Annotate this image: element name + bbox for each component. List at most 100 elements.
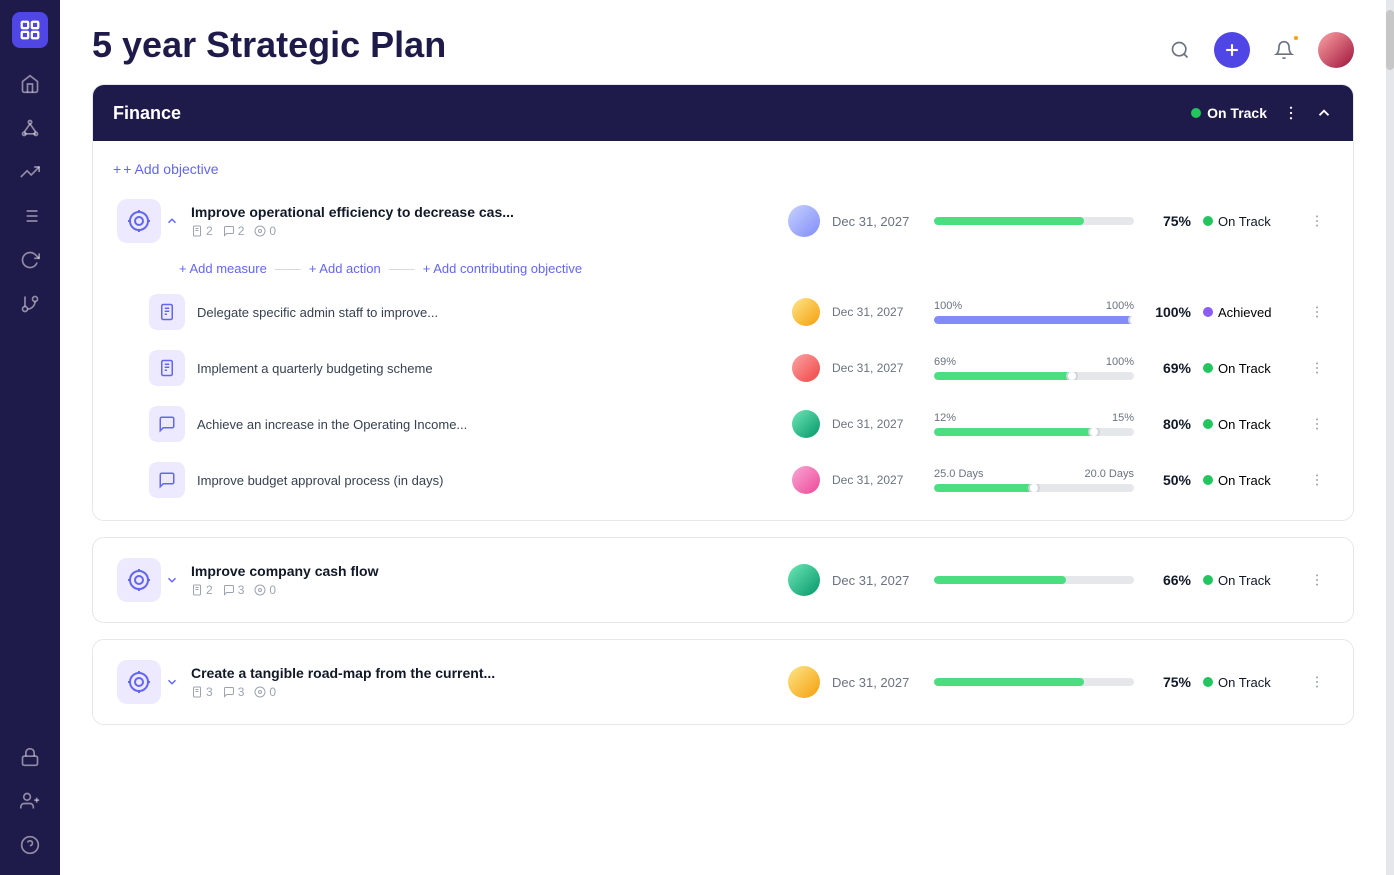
sub-item-title-1[interactable]: Implement a quarterly budgeting scheme [197,361,780,376]
section-more-button[interactable] [1279,101,1303,125]
sub-item-more-3[interactable] [1305,468,1329,492]
section-header-right: On Track [1191,101,1333,125]
scrollbar-thumb[interactable] [1386,10,1394,70]
obj3-meta-comments: 3 [223,685,245,699]
add-contributing-button[interactable]: + Add contributing objective [423,261,582,276]
sub-item-date-2: Dec 31, 2027 [832,417,922,431]
obj2-meta-docs: 2 [191,583,213,597]
objective2-section: Improve company cash flow 2 3 [92,537,1354,623]
sub-item-status-1: On Track [1203,361,1293,376]
objective2-info: Improve company cash flow 2 3 [191,563,776,597]
objective3-status: On Track [1203,675,1293,690]
meta-docs-count: 2 [206,224,213,238]
objective2-title[interactable]: Improve company cash flow [191,563,776,579]
status-dot [1203,307,1213,317]
sub-item-progress-labels-0: 100% 100% [934,300,1134,312]
sub-item-avatar-3 [792,466,820,494]
status-dot [1203,363,1213,373]
sub-item-avatar-2 [792,410,820,438]
sub-status-label-2: On Track [1218,417,1271,432]
sidebar-item-refresh[interactable] [12,242,48,278]
scrollbar[interactable] [1386,0,1394,875]
sub-item-icon-3 [149,462,185,498]
obj3-comments-count: 3 [238,685,245,699]
sidebar-item-branch[interactable] [12,286,48,322]
add-measure-button[interactable]: + Add measure [179,261,267,276]
objective-meta: 2 2 0 [191,224,776,238]
sub-item-icon-2 [149,406,185,442]
objective2-progress [934,576,1134,584]
objective3-section: Create a tangible road-map from the curr… [92,639,1354,725]
meta-comments: 2 [223,224,245,238]
sub-item-progress-labels-1: 69% 100% [934,356,1134,368]
progress-bar-0 [934,316,1134,324]
obj3-progress-bar [934,678,1134,686]
objective3-avatar [788,666,820,698]
objective-expand-button[interactable] [165,214,179,228]
notifications-button[interactable] [1266,32,1302,68]
objective3-icon[interactable] [117,660,161,704]
objective3-percent: 75% [1146,674,1191,690]
objective-row-main: Improve operational efficiency to decrea… [109,189,1337,253]
add-action-button[interactable]: + Add action [309,261,381,276]
objective3-expand[interactable] [165,675,179,689]
add-objective-label: + Add objective [123,161,218,177]
sub-item-more-1[interactable] [1305,356,1329,380]
progress-bar-fill [934,217,1084,225]
section-status-label: On Track [1207,105,1267,121]
app-logo[interactable] [12,12,48,48]
add-button[interactable] [1214,32,1250,68]
progress-bar-1 [934,372,1134,380]
sub-item-progress-3: 25.0 Days 20.0 Days [934,468,1134,492]
sub-item-icon-1 [149,350,185,386]
objective3-title[interactable]: Create a tangible road-map from the curr… [191,665,776,681]
progress-bar-2 [934,428,1134,436]
objective3-date: Dec 31, 2027 [832,675,922,690]
sub-item-row-3: Improve budget approval process (in days… [109,452,1337,508]
obj3-meta-docs: 3 [191,685,213,699]
sub-item-more-0[interactable] [1305,300,1329,324]
sidebar-item-help[interactable] [12,827,48,863]
objective-icon[interactable] [117,199,161,243]
objective3-info: Create a tangible road-map from the curr… [191,665,776,699]
sidebar-item-add-user[interactable] [12,783,48,819]
sub-item-status-2: On Track [1203,417,1293,432]
sidebar-item-list[interactable] [12,198,48,234]
sub-item-title-3[interactable]: Improve budget approval process (in days… [197,473,780,488]
progress-fill-2 [934,428,1094,436]
section-collapse-button[interactable] [1315,104,1333,122]
add-measure-row: + Add measure —— + Add action —— + Add c… [109,253,1337,284]
search-button[interactable] [1162,32,1198,68]
sidebar-item-home[interactable] [12,66,48,102]
objective2-more[interactable] [1305,568,1329,592]
sub-item-title-2[interactable]: Achieve an increase in the Operating Inc… [197,417,780,432]
status-dot [1203,475,1213,485]
sidebar-item-network[interactable] [12,110,48,146]
sidebar-item-lock[interactable] [12,739,48,775]
progress-marker-2 [1088,428,1100,436]
objective3-more[interactable] [1305,670,1329,694]
user-avatar[interactable] [1318,32,1354,68]
sub-item-more-2[interactable] [1305,412,1329,436]
objective2-date: Dec 31, 2027 [832,573,922,588]
sub-item-title-0[interactable]: Delegate specific admin staff to improve… [197,305,780,320]
notification-dot [1292,34,1300,42]
objective2-icon[interactable] [117,558,161,602]
sub-item-status-3: On Track [1203,473,1293,488]
sub-item-row-0: Delegate specific admin staff to improve… [109,284,1337,340]
objective2-expand[interactable] [165,573,179,587]
sub-item-date-0: Dec 31, 2027 [832,305,922,319]
sidebar-item-trending[interactable] [12,154,48,190]
obj3-progress-fill [934,678,1084,686]
add-objective-button[interactable]: + + Add objective [109,153,1337,185]
status-dot [1203,419,1213,429]
obj3-meta-goals: 0 [254,685,276,699]
objective-title[interactable]: Improve operational efficiency to decrea… [191,204,776,220]
add-objective-icon: + [113,161,121,177]
objective-more-button[interactable] [1305,209,1329,233]
progress-bar [934,217,1134,225]
current-val-0: 100% [934,300,962,312]
sub-item-progress-1: 69% 100% [934,356,1134,380]
sub-item-percent-0: 100% [1146,304,1191,320]
sub-status-label-0: Achieved [1218,305,1271,320]
